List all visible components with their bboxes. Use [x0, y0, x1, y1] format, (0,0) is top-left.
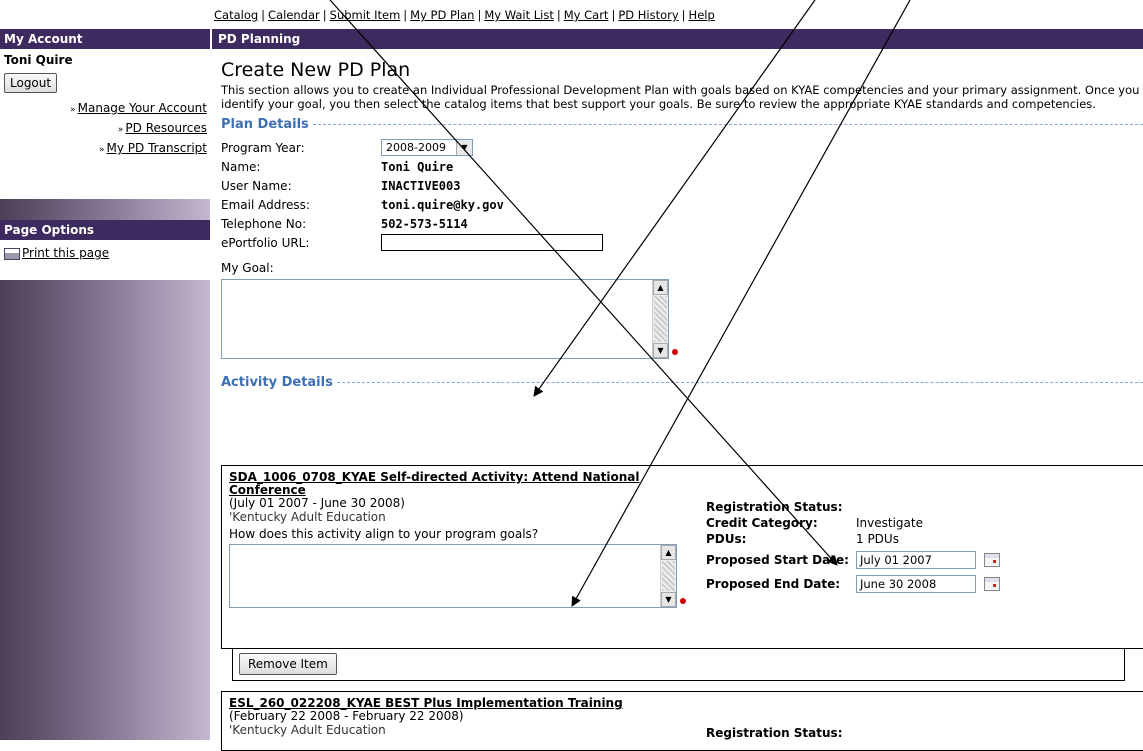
activity-provider: 'Kentucky Adult Education — [229, 723, 386, 737]
scroll-up-icon[interactable]: ▲ — [653, 280, 668, 295]
scroll-down-icon[interactable]: ▼ — [661, 592, 676, 607]
pdus-label: PDUs: — [706, 532, 747, 546]
calendar-icon[interactable] — [984, 553, 1000, 567]
main-panel: PD Planning Create New PD Plan This sect… — [210, 29, 1143, 751]
nav-my-cart[interactable]: My Cart — [564, 8, 609, 22]
plan-details-form: Program Year: 2008-2009 ▼ Name: Toni Quire… — [221, 138, 1143, 277]
activity-card: SDA_1006_0708_KYAE Self-directed Activit… — [221, 465, 1143, 649]
scroll-thumb[interactable] — [662, 561, 675, 591]
my-goal-wrap: ▲ ▼ — [221, 279, 681, 363]
pd-transcript-link[interactable]: My PD Transcript — [107, 141, 207, 155]
scrollbar[interactable]: ▲ ▼ — [660, 545, 676, 607]
nav-catalog[interactable]: Catalog — [214, 8, 258, 22]
plan-details-heading: Plan Details — [221, 117, 1143, 132]
program-year-select[interactable]: 2008-2009 ▼ — [381, 139, 473, 156]
scroll-down-icon[interactable]: ▼ — [653, 343, 668, 358]
nav-my-pd-plan[interactable]: My PD Plan — [410, 8, 474, 22]
alignment-question: How does this activity align to your pro… — [229, 527, 539, 541]
registration-status-label: Registration Status: — [706, 500, 843, 514]
alignment-wrap: ▲ ▼ — [229, 544, 689, 614]
page-options-panel: Page Options Print this page — [0, 220, 210, 280]
username-value: INACTIVE003 — [381, 178, 461, 193]
remove-item-button[interactable]: Remove Item — [239, 653, 337, 675]
credit-category-label: Credit Category: — [706, 516, 818, 530]
activity-details-heading: Activity Details — [221, 375, 1143, 390]
activity-card: ESL_260_022208_KYAE BEST Plus Implementa… — [221, 691, 1143, 751]
pdus-value: 1 PDUs — [856, 532, 899, 546]
my-goal-label: My Goal: — [221, 260, 274, 275]
account-panel: Toni Quire Logout » Manage Your Account »… — [0, 49, 210, 199]
divider — [312, 124, 1143, 125]
left-sidebar: My Account Toni Quire Logout » Manage You… — [0, 29, 210, 740]
nav-separator: | — [556, 8, 561, 22]
required-dot-icon — [672, 349, 678, 355]
nav-separator: | — [261, 8, 266, 22]
eportfolio-url-input[interactable] — [381, 234, 603, 251]
activity-provider: 'Kentucky Adult Education — [229, 510, 386, 524]
activity-title-link[interactable]: SDA_1006_0708_KYAE Self-directed Activit… — [229, 471, 689, 497]
nav-my-wait-list[interactable]: My Wait List — [484, 8, 554, 22]
end-date-label: Proposed End Date: — [706, 577, 841, 591]
name-value: Toni Quire — [381, 159, 454, 174]
email-label: Email Address: — [221, 197, 310, 212]
pd-resources-link[interactable]: PD Resources — [125, 121, 207, 135]
start-date-label: Proposed Start Date: — [706, 553, 849, 567]
nav-submit-item[interactable]: Submit Item — [330, 8, 401, 22]
my-account-header: My Account — [0, 29, 210, 49]
activity-info: Registration Status: — [706, 725, 856, 741]
logout-button[interactable]: Logout — [4, 73, 58, 93]
top-navigation: Catalog | Calendar | Submit Item | My PD Plan |… — [214, 8, 715, 22]
username-label: User Name: — [221, 178, 292, 193]
activity-dates: (February 22 2008 - February 22 2008) — [229, 709, 464, 723]
credit-category-value: Investigate — [856, 516, 923, 530]
required-dot-icon — [680, 598, 686, 604]
nav-separator: | — [611, 8, 616, 22]
double-arrow-icon: » — [99, 145, 105, 155]
alignment-textarea[interactable]: ▲ ▼ — [229, 544, 677, 608]
eportfolio-label: ePortfolio URL: — [221, 235, 310, 250]
nav-separator: | — [403, 8, 408, 22]
nav-separator: | — [477, 8, 482, 22]
phone-value: 502-573-5114 — [381, 216, 468, 231]
end-date-input[interactable]: June 30 2008 — [856, 575, 976, 593]
nav-pd-history[interactable]: PD History — [618, 8, 678, 22]
my-goal-textarea[interactable]: ▲ ▼ — [221, 279, 669, 359]
nav-separator: | — [681, 8, 686, 22]
activity-dates: (July 01 2007 - June 30 2008) — [229, 496, 405, 510]
print-page-link[interactable]: Print this page — [22, 246, 109, 260]
program-year-value: 2008-2009 — [386, 141, 446, 154]
name-label: Name: — [221, 159, 261, 174]
email-value: toni.quire@ky.gov — [381, 197, 504, 212]
user-name: Toni Quire — [4, 53, 73, 67]
pd-planning-header: PD Planning — [210, 29, 1143, 49]
printer-icon[interactable] — [4, 247, 20, 260]
scroll-thumb[interactable] — [654, 296, 667, 342]
activity-details-label: Activity Details — [221, 375, 333, 390]
nav-help[interactable]: Help — [689, 8, 715, 22]
double-arrow-icon: » — [117, 125, 124, 135]
nav-separator: | — [322, 8, 327, 22]
scroll-up-icon[interactable]: ▲ — [661, 545, 676, 560]
manage-account-link[interactable]: Manage Your Account — [78, 101, 207, 115]
double-arrow-icon: » — [70, 105, 76, 115]
nav-calendar[interactable]: Calendar — [268, 8, 320, 22]
chevron-down-icon[interactable]: ▼ — [456, 140, 472, 155]
intro-text: This section allows you to create an Ind… — [221, 83, 1140, 111]
account-links: » Manage Your Account » PD Resources » My P… — [70, 99, 207, 159]
page-title: Create New PD Plan — [221, 59, 411, 81]
phone-label: Telephone No: — [221, 216, 307, 231]
remove-item-bar: Remove Item — [232, 649, 1125, 681]
scrollbar[interactable]: ▲ ▼ — [652, 280, 668, 358]
plan-details-label: Plan Details — [221, 117, 309, 132]
program-year-label: Program Year: — [221, 140, 305, 155]
start-date-input[interactable]: July 01 2007 — [856, 551, 976, 569]
page-options-header: Page Options — [0, 220, 210, 240]
activity-info: Registration Status: Credit Category: Inv… — [706, 499, 1000, 595]
divider — [336, 382, 1143, 383]
calendar-icon[interactable] — [984, 577, 1000, 591]
registration-status-label: Registration Status: — [706, 726, 843, 740]
content-area: Create New PD Plan This section allows y… — [221, 59, 1143, 751]
